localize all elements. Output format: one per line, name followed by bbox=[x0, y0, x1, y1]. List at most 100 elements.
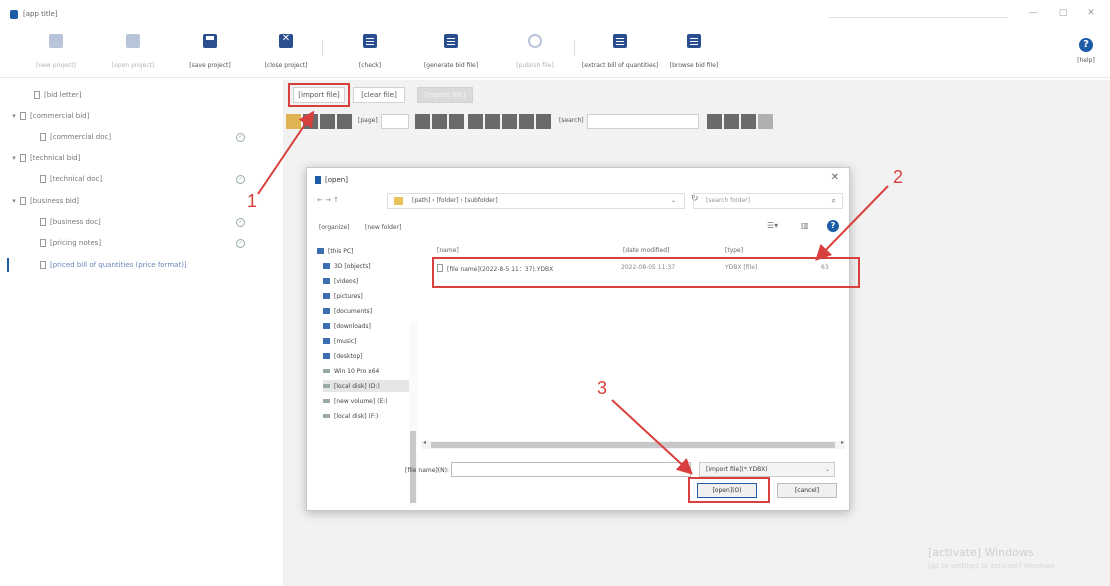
chevron-down-icon[interactable]: ▾ bbox=[10, 197, 18, 205]
publish-file-button[interactable]: [publish file] bbox=[505, 28, 565, 74]
title-search-field[interactable] bbox=[828, 8, 1008, 18]
scroll-right-icon[interactable]: ▸ bbox=[841, 439, 844, 446]
nav-item-drive-f[interactable]: [local disk] (F:) bbox=[323, 410, 378, 422]
scroll-left-icon[interactable]: ◂ bbox=[423, 439, 426, 446]
organize-button[interactable]: [organize] bbox=[319, 224, 350, 231]
publish-file-label: [publish file] bbox=[516, 62, 554, 69]
address-bar[interactable]: [path] › [folder] › [subfolder] ⌄ bbox=[387, 193, 685, 209]
folder-search-input[interactable]: [search folder] ⌕ bbox=[693, 193, 843, 209]
check-button[interactable]: [check] bbox=[340, 28, 400, 74]
extract-bill-button[interactable]: [extract bill of quantities] bbox=[582, 28, 658, 74]
format-tool-icon[interactable] bbox=[286, 114, 301, 129]
column-header-date[interactable]: [date modified] bbox=[623, 247, 669, 254]
app-logo-icon bbox=[10, 9, 18, 19]
search-input[interactable] bbox=[587, 114, 699, 129]
file-list-scrollbar-thumb[interactable] bbox=[431, 442, 835, 448]
tree-item-commercial-bid[interactable]: ▾ [commercial bid] bbox=[10, 109, 89, 123]
help-icon[interactable]: ? bbox=[827, 220, 839, 232]
format-tool-icon[interactable] bbox=[337, 114, 352, 129]
chevron-down-icon[interactable]: ⌄ bbox=[671, 194, 676, 208]
close-project-label: [close project] bbox=[264, 62, 308, 69]
application-window: [app title] — ▢ ✕ [new project] [open pr… bbox=[0, 0, 1110, 586]
nav-item-downloads[interactable]: [downloads] bbox=[323, 320, 371, 332]
drive-icon bbox=[323, 414, 330, 418]
nav-item-videos[interactable]: [videos] bbox=[323, 275, 358, 287]
close-icon[interactable]: ✕ bbox=[831, 172, 839, 183]
search-label: [search] bbox=[559, 117, 584, 124]
nav-item-pictures[interactable]: [pictures] bbox=[323, 290, 363, 302]
open-file-dialog: [open] ✕ ← → ↑ [path] › [folder] › [subf… bbox=[306, 167, 850, 511]
maximize-button[interactable]: ▢ bbox=[1056, 8, 1070, 18]
format-tool-icon[interactable] bbox=[519, 114, 534, 129]
search-placeholder: [search folder] bbox=[706, 197, 750, 204]
document-icon bbox=[20, 154, 26, 162]
window-title: [app title] bbox=[23, 10, 58, 18]
column-header-type[interactable]: [type] bbox=[725, 247, 743, 254]
chevron-down-icon[interactable]: ▾ bbox=[10, 154, 18, 162]
format-tool-icon[interactable] bbox=[707, 114, 722, 129]
filename-input[interactable] bbox=[451, 462, 691, 477]
open-project-button[interactable]: [open project] bbox=[103, 28, 163, 74]
check-circle-icon: ✓ bbox=[236, 218, 245, 227]
callout-number-3: 3 bbox=[597, 378, 608, 398]
navigation-arrows[interactable]: ← → ↑ bbox=[317, 196, 339, 204]
format-tool-icon[interactable] bbox=[502, 114, 517, 129]
browse-bid-file-button[interactable]: [browse bid file] bbox=[664, 28, 724, 74]
preview-pane-icon[interactable]: ▥ bbox=[801, 221, 809, 230]
nav-item-music[interactable]: [music] bbox=[323, 335, 356, 347]
nav-item-3d-objects[interactable]: 3D [objects] bbox=[323, 260, 371, 272]
format-tool-icon[interactable] bbox=[415, 114, 430, 129]
close-window-button[interactable]: ✕ bbox=[1084, 8, 1098, 18]
tree-item-bid-letter[interactable]: [bid letter] bbox=[32, 88, 81, 102]
tree-item-bill-of-quantities[interactable]: [priced bill of quantities (price format… bbox=[38, 258, 187, 272]
callout-number-2: 2 bbox=[893, 167, 904, 187]
format-tool-icon[interactable] bbox=[741, 114, 756, 129]
tree-item-technical-bid[interactable]: ▾ [technical bid] bbox=[10, 151, 80, 165]
clear-file-button[interactable]: [clear file] bbox=[353, 87, 405, 103]
format-tool-icon[interactable] bbox=[724, 114, 739, 129]
document-icon bbox=[20, 112, 26, 120]
close-project-button[interactable]: [close project] bbox=[256, 28, 316, 74]
filetype-select[interactable]: [import file](*.YDBX) ⌄ bbox=[699, 462, 835, 477]
new-project-button[interactable]: [new project] bbox=[26, 28, 86, 74]
tree-item-commercial-doc[interactable]: [commercial doc] bbox=[38, 130, 111, 144]
export-file-button[interactable]: [export file] bbox=[417, 87, 473, 103]
format-tool-icon[interactable] bbox=[432, 114, 447, 129]
tree-item-label: [business bid] bbox=[30, 197, 80, 205]
music-icon bbox=[323, 338, 330, 344]
page-number-input[interactable] bbox=[381, 114, 409, 129]
tree-item-technical-doc[interactable]: [technical doc] bbox=[38, 172, 102, 186]
nav-item-documents[interactable]: [documents] bbox=[323, 305, 372, 317]
tree-item-pricing-notes[interactable]: [pricing notes] bbox=[38, 236, 101, 250]
format-tool-icon[interactable] bbox=[758, 114, 773, 129]
format-tool-icon[interactable] bbox=[449, 114, 464, 129]
nav-item-drive-d[interactable]: [local disk] (D:) bbox=[323, 380, 413, 392]
format-tool-icon[interactable] bbox=[320, 114, 335, 129]
new-folder-button[interactable]: [new folder] bbox=[365, 224, 401, 231]
folder-icon bbox=[126, 34, 140, 48]
open-project-label: [open project] bbox=[111, 62, 155, 69]
save-project-button[interactable]: [save project] bbox=[180, 28, 240, 74]
column-header-name[interactable]: [name] bbox=[437, 247, 459, 254]
minimize-button[interactable]: — bbox=[1026, 8, 1040, 18]
drive-icon bbox=[323, 384, 330, 388]
nav-item-this-pc[interactable]: [this PC] bbox=[317, 245, 353, 257]
chevron-down-icon[interactable]: ▾ bbox=[10, 112, 18, 120]
nav-item-desktop[interactable]: [desktop] bbox=[323, 350, 363, 362]
format-tool-icon[interactable] bbox=[468, 114, 483, 129]
help-button[interactable]: ? [help] bbox=[1066, 30, 1106, 74]
format-tool-icon[interactable] bbox=[485, 114, 500, 129]
nav-item-drive-c[interactable]: Win 10 Pro x64 bbox=[323, 365, 379, 377]
format-tool-icon[interactable] bbox=[536, 114, 551, 129]
generate-bid-file-button[interactable]: [generate bid file] bbox=[421, 28, 481, 74]
nav-item-label: [downloads] bbox=[334, 322, 371, 330]
tree-item-business-doc[interactable]: [business doc] bbox=[38, 215, 101, 229]
tree-item-label: [technical bid] bbox=[30, 154, 81, 162]
nav-item-drive-e[interactable]: [new volume] (E:) bbox=[323, 395, 388, 407]
document-icon bbox=[20, 197, 26, 205]
tree-item-business-bid[interactable]: ▾ [business bid] bbox=[10, 194, 79, 208]
view-options-icon[interactable]: ☰▾ bbox=[767, 221, 778, 230]
cancel-button[interactable]: [cancel] bbox=[777, 483, 837, 498]
format-tool-icon[interactable] bbox=[303, 114, 318, 129]
save-icon bbox=[203, 34, 217, 48]
